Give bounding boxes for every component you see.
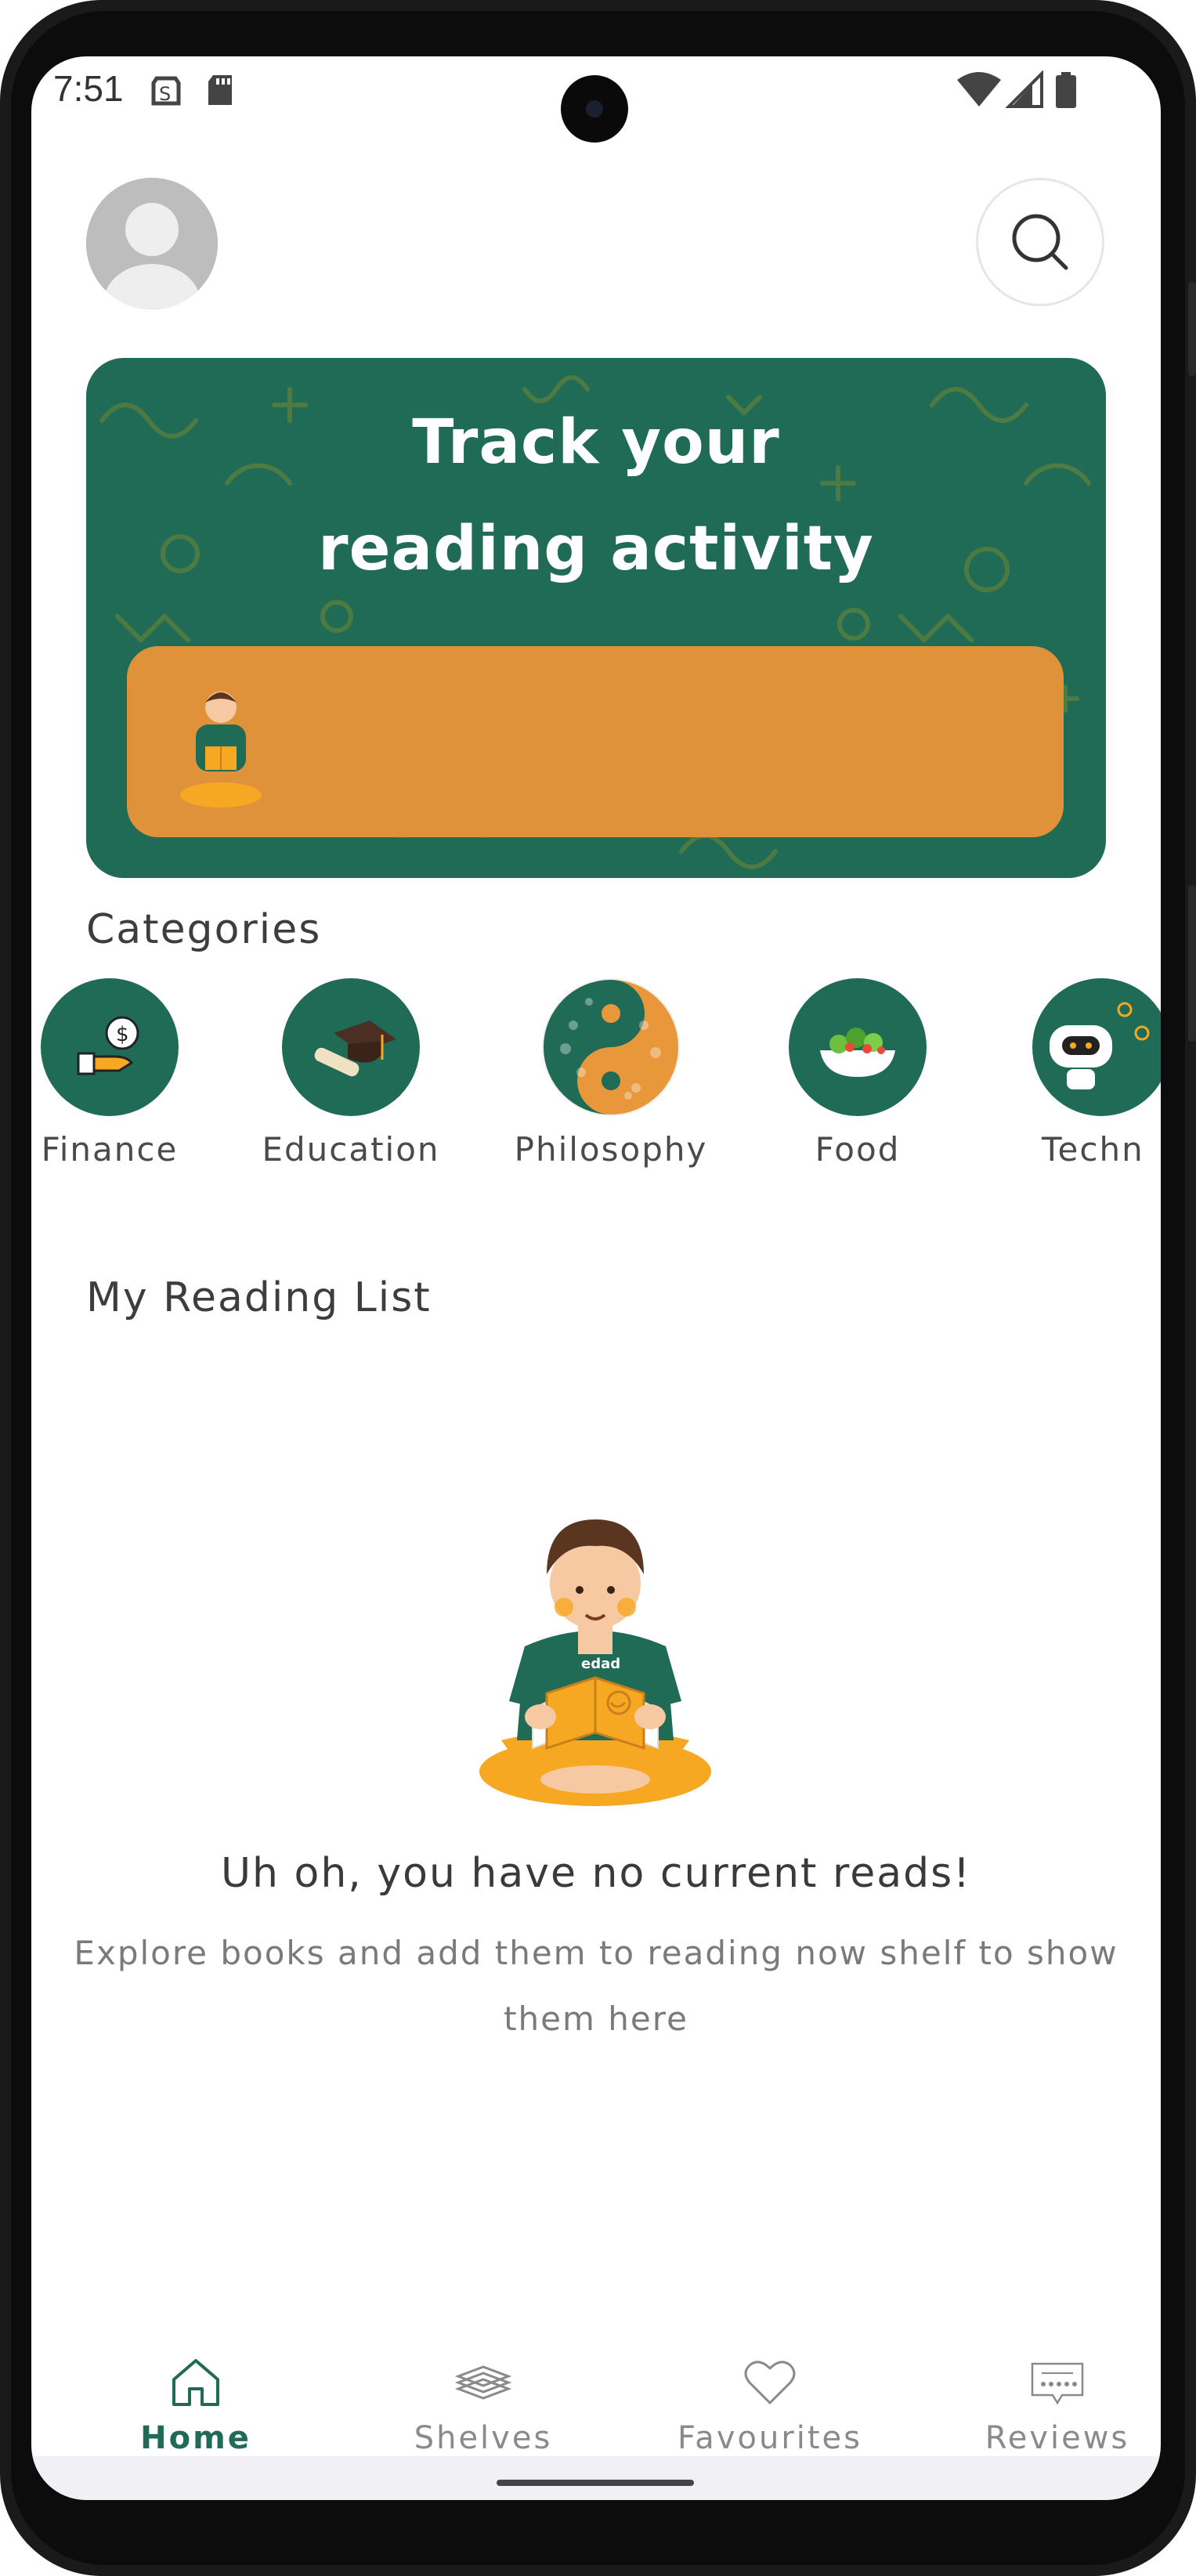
category-education[interactable]: Education <box>233 978 468 1169</box>
banner-title-line2: reading activity <box>318 514 874 584</box>
nav-favourites[interactable]: Favourites <box>652 2351 887 2456</box>
banner-title-line1: Track your <box>412 407 780 478</box>
yin-yang-icon <box>544 980 678 1115</box>
signal-icon <box>1006 70 1043 108</box>
home-icon <box>78 2351 313 2414</box>
sim-refresh-icon: S <box>151 76 181 106</box>
banner-progress-card[interactable] <box>127 646 1064 837</box>
app-screen: 7:51 S Track your reading activity Categ… <box>31 56 1161 2500</box>
category-label: Techn <box>1042 1130 1144 1169</box>
heart-icon <box>652 2351 887 2414</box>
money-hand-icon: $ <box>77 1016 139 1075</box>
salad-bowl-icon <box>820 1028 895 1077</box>
category-circle <box>282 978 420 1116</box>
phone-frame: 7:51 S Track your reading activity Categ… <box>0 0 1196 2576</box>
battery-icon <box>1056 72 1076 108</box>
category-food[interactable]: Food <box>740 978 975 1169</box>
reading-activity-banner[interactable]: Track your reading activity <box>86 358 1106 878</box>
profile-avatar[interactable] <box>86 178 218 309</box>
category-philosophy[interactable]: Philosophy <box>493 978 728 1169</box>
category-label: Philosophy <box>514 1130 708 1169</box>
nav-reviews[interactable]: Reviews <box>940 2351 1161 2456</box>
empty-state-title: Uh oh, you have no current reads! <box>220 1850 972 1897</box>
banner-title: Track your reading activity <box>86 389 1106 602</box>
volume-button <box>1188 885 1196 1042</box>
category-label: Food <box>815 1130 901 1169</box>
books-stack-icon <box>366 2351 601 2414</box>
category-circle <box>789 978 927 1116</box>
home-gesture-bar[interactable] <box>497 2480 694 2486</box>
status-time: 7:51 <box>53 68 124 109</box>
nav-label: Favourites <box>677 2420 863 2456</box>
nav-home[interactable]: Home <box>78 2351 313 2456</box>
category-label: Finance <box>41 1130 179 1169</box>
status-bar: 7:51 S <box>31 56 1161 143</box>
categories-title: Categories <box>86 906 322 953</box>
nav-shelves[interactable]: Shelves <box>366 2351 601 2456</box>
category-circle <box>542 978 680 1116</box>
category-circle <box>1032 978 1161 1116</box>
front-camera <box>561 75 628 143</box>
gesture-area <box>31 2456 1161 2500</box>
nav-label: Home <box>140 2420 251 2456</box>
empty-reading-illustration: edad <box>479 1519 711 1806</box>
svg-text:S: S <box>159 83 171 105</box>
sd-card-icon <box>208 75 232 105</box>
graduation-cap-icon <box>314 1021 396 1077</box>
reading-kid-illustration <box>180 692 262 807</box>
svg-text:$: $ <box>116 1023 129 1046</box>
nav-label: Reviews <box>985 2420 1130 2456</box>
search-icon <box>1012 214 1068 270</box>
category-finance[interactable]: $ Finance <box>31 978 227 1169</box>
bottom-navigation: Home Shelves Favourites Reviews <box>31 2304 1161 2461</box>
category-technology[interactable]: Techn <box>987 978 1161 1169</box>
illustration-badge: edad <box>581 1656 620 1672</box>
empty-state-subtitle: Explore books and add them to reading no… <box>74 1934 1118 2038</box>
wifi-icon <box>957 72 1001 107</box>
category-circle: $ <box>41 978 179 1116</box>
power-button <box>1188 282 1196 376</box>
category-label: Education <box>262 1130 440 1169</box>
reading-list-title: My Reading List <box>86 1274 432 1321</box>
user-avatar-icon <box>86 178 218 309</box>
review-card-icon <box>940 2351 1161 2414</box>
nav-label: Shelves <box>414 2420 553 2456</box>
robot-icon <box>1050 1002 1150 1089</box>
search-button[interactable] <box>976 178 1104 306</box>
